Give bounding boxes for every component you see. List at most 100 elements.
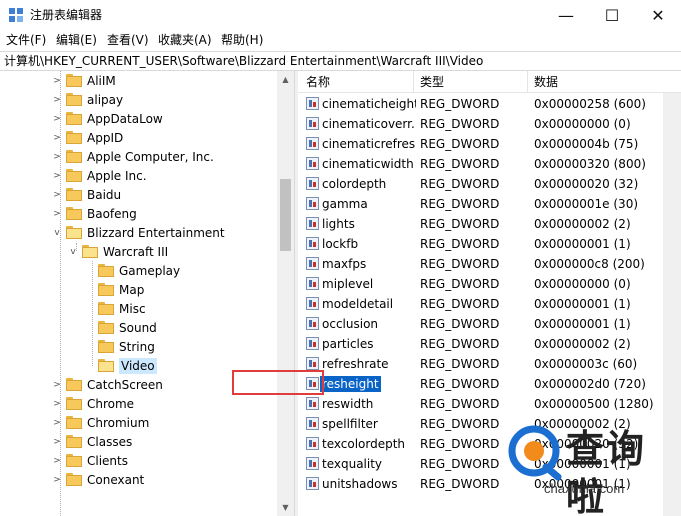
column-name-header[interactable]: 名称: [306, 75, 330, 90]
menu-view[interactable]: 查看(V): [107, 32, 149, 48]
reg-dword-icon: [306, 417, 319, 430]
value-row-selected[interactable]: resheight REG_DWORD 0x000002d0 (720): [298, 374, 663, 394]
value-row[interactable]: cinematicrefresh REG_DWORD 0x0000004b (7…: [298, 134, 663, 154]
maximize-button[interactable]: ☐: [589, 0, 635, 30]
tree-item-appdatalow[interactable]: > AppDataLow: [52, 109, 163, 128]
chevron-right-icon[interactable]: >: [52, 475, 62, 485]
tree-item-sound[interactable]: Sound: [98, 318, 157, 337]
tree-item-label: alipay: [87, 92, 124, 107]
column-data-header[interactable]: 数据: [534, 75, 558, 90]
folder-icon: [66, 378, 82, 391]
value-row[interactable]: cinematicwidth REG_DWORD 0x00000320 (800…: [298, 154, 663, 174]
chevron-right-icon[interactable]: >: [52, 399, 62, 409]
value-row[interactable]: particles REG_DWORD 0x00000002 (2): [298, 334, 663, 354]
tree-item-map[interactable]: Map: [98, 280, 144, 299]
chevron-right-icon[interactable]: >: [52, 133, 62, 143]
tree-item-chromium[interactable]: > Chromium: [52, 413, 149, 432]
tree-item-blizzard[interactable]: v Blizzard Entertainment: [52, 223, 224, 242]
reg-dword-icon: [306, 437, 319, 450]
folder-icon: [66, 93, 82, 106]
tree-item-apple-computer[interactable]: > Apple Computer, Inc.: [52, 147, 214, 166]
value-type: REG_DWORD: [420, 477, 500, 491]
value-row[interactable]: cinematicoverr... REG_DWORD 0x00000000 (…: [298, 114, 663, 134]
menu-file[interactable]: 文件(F): [6, 32, 46, 48]
value-data: 0x00000001 (1): [534, 297, 631, 311]
value-row[interactable]: occlusion REG_DWORD 0x00000001 (1): [298, 314, 663, 334]
tree-item-label: Classes: [87, 434, 133, 449]
tree-item-clients[interactable]: > Clients: [52, 451, 128, 470]
tree-item-baidu[interactable]: > Baidu: [52, 185, 121, 204]
close-button[interactable]: ✕: [635, 0, 681, 30]
tree-item-alipay[interactable]: > alipay: [52, 90, 123, 109]
address-bar[interactable]: 计算机\HKEY_CURRENT_USER\Software\Blizzard …: [0, 51, 681, 71]
value-row[interactable]: lights REG_DWORD 0x00000002 (2): [298, 214, 663, 234]
value-row[interactable]: lockfb REG_DWORD 0x00000001 (1): [298, 234, 663, 254]
value-row[interactable]: modeldetail REG_DWORD 0x00000001 (1): [298, 294, 663, 314]
column-type-header[interactable]: 类型: [420, 75, 444, 90]
scroll-down-icon[interactable]: ▼: [277, 499, 294, 516]
value-row[interactable]: colordepth REG_DWORD 0x00000020 (32): [298, 174, 663, 194]
annotation-highlight-box: [232, 370, 324, 395]
tree-item-gameplay[interactable]: Gameplay: [98, 261, 180, 280]
tree-item-apple-inc[interactable]: > Apple Inc.: [52, 166, 146, 185]
value-type: REG_DWORD: [420, 437, 500, 451]
scroll-up-icon[interactable]: ▲: [277, 71, 294, 88]
chevron-right-icon[interactable]: >: [52, 114, 62, 124]
folder-icon: [66, 416, 82, 429]
menu-edit[interactable]: 编辑(E): [56, 32, 97, 48]
tree-item-warcraft-iii[interactable]: v Warcraft III: [68, 242, 168, 261]
reg-dword-icon: [306, 157, 319, 170]
value-type: REG_DWORD: [420, 237, 500, 251]
value-row[interactable]: maxfps REG_DWORD 0x000000c8 (200): [298, 254, 663, 274]
tree-item-misc[interactable]: Misc: [98, 299, 146, 318]
chevron-right-icon[interactable]: >: [52, 171, 62, 181]
tree-scroll-thumb[interactable]: [280, 179, 291, 251]
value-row[interactable]: reswidth REG_DWORD 0x00000500 (1280): [298, 394, 663, 414]
chevron-down-icon[interactable]: v: [52, 228, 62, 238]
value-name: maxfps: [322, 257, 367, 271]
tree-item-conexant[interactable]: > Conexant: [52, 470, 144, 489]
value-name: unitshadows: [322, 477, 398, 491]
value-name: lights: [322, 217, 355, 231]
tree-item-label: AliIM: [87, 73, 116, 88]
menu-help[interactable]: 帮助(H): [221, 32, 263, 48]
column-divider[interactable]: [413, 71, 414, 93]
chevron-right-icon[interactable]: >: [52, 380, 62, 390]
maximize-icon: ☐: [604, 5, 620, 25]
value-name: gamma: [322, 197, 368, 211]
tree-item-label: Conexant: [87, 472, 145, 487]
value-row[interactable]: refreshrate REG_DWORD 0x0000003c (60): [298, 354, 663, 374]
minimize-button[interactable]: —: [543, 0, 589, 30]
chevron-right-icon[interactable]: >: [52, 95, 62, 105]
chevron-right-icon[interactable]: >: [52, 76, 62, 86]
chevron-right-icon[interactable]: >: [52, 437, 62, 447]
tree-item-video[interactable]: Video: [98, 356, 157, 375]
value-type: REG_DWORD: [420, 397, 500, 411]
tree-item-aliim[interactable]: > AliIM: [52, 71, 116, 90]
chevron-right-icon[interactable]: >: [52, 152, 62, 162]
tree-scrollbar[interactable]: ▲ ▼: [277, 71, 294, 516]
tree-item-label: Misc: [119, 301, 146, 316]
reg-dword-icon: [306, 97, 319, 110]
chevron-right-icon[interactable]: >: [52, 418, 62, 428]
tree-item-chrome[interactable]: > Chrome: [52, 394, 134, 413]
value-name: texquality: [322, 457, 383, 471]
value-name: resheight: [320, 376, 381, 392]
value-row[interactable]: gamma REG_DWORD 0x0000001e (30): [298, 194, 663, 214]
chevron-right-icon[interactable]: >: [52, 209, 62, 219]
tree-item-string[interactable]: String: [98, 337, 155, 356]
tree-item-baofeng[interactable]: > Baofeng: [52, 204, 137, 223]
tree-item-catchscreen[interactable]: > CatchScreen: [52, 375, 163, 394]
chevron-down-icon[interactable]: v: [68, 247, 78, 257]
value-row[interactable]: cinematicheight REG_DWORD 0x00000258 (60…: [298, 94, 663, 114]
value-name: particles: [322, 337, 374, 351]
chevron-right-icon[interactable]: >: [52, 456, 62, 466]
tree-item-appid[interactable]: > AppID: [52, 128, 123, 147]
menu-favorites[interactable]: 收藏夹(A): [158, 32, 212, 48]
column-divider[interactable]: [527, 71, 528, 93]
tree-item-classes[interactable]: > Classes: [52, 432, 132, 451]
value-row[interactable]: miplevel REG_DWORD 0x00000000 (0): [298, 274, 663, 294]
folder-icon: [66, 112, 82, 125]
chevron-right-icon[interactable]: >: [52, 190, 62, 200]
key-tree: > AliIM > alipay > AppDataLow > AppID > …: [0, 71, 293, 516]
